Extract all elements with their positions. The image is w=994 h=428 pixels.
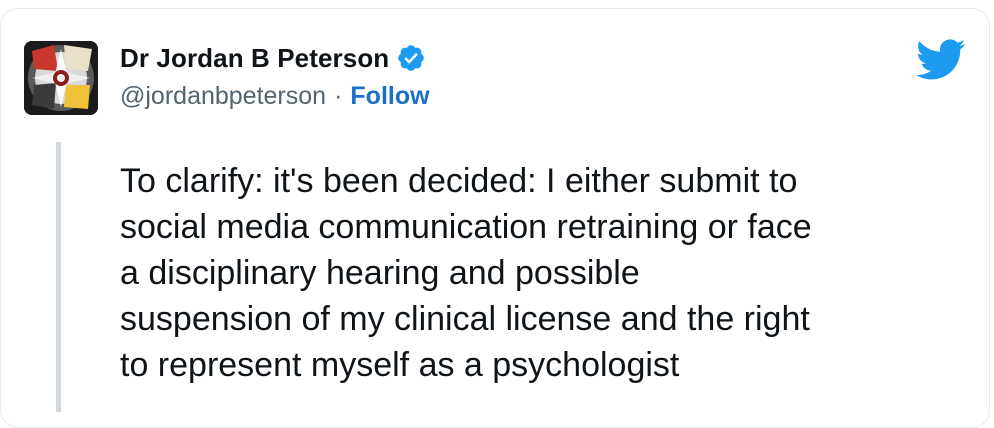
name-row: Dr Jordan B Peterson — [120, 40, 880, 76]
avatar[interactable] — [24, 41, 98, 115]
quote-bar — [56, 142, 61, 412]
avatar-image — [24, 41, 98, 115]
handle-separator: · — [334, 81, 343, 110]
author-display-name[interactable]: Dr Jordan B Peterson — [120, 43, 389, 74]
verified-badge-icon — [398, 45, 425, 71]
twitter-bird-icon[interactable] — [916, 39, 966, 81]
follow-link[interactable]: Follow — [350, 82, 429, 111]
author-header: Dr Jordan B Peterson @jordanbpeterson · … — [120, 40, 880, 116]
handle-row: @jordanbpeterson · Follow — [120, 76, 880, 116]
author-handle[interactable]: @jordanbpeterson — [120, 82, 326, 111]
tweet-text: To clarify: it's been decided: I either … — [120, 162, 812, 384]
tweet-embed-card: Dr Jordan B Peterson @jordanbpeterson · … — [0, 0, 994, 428]
